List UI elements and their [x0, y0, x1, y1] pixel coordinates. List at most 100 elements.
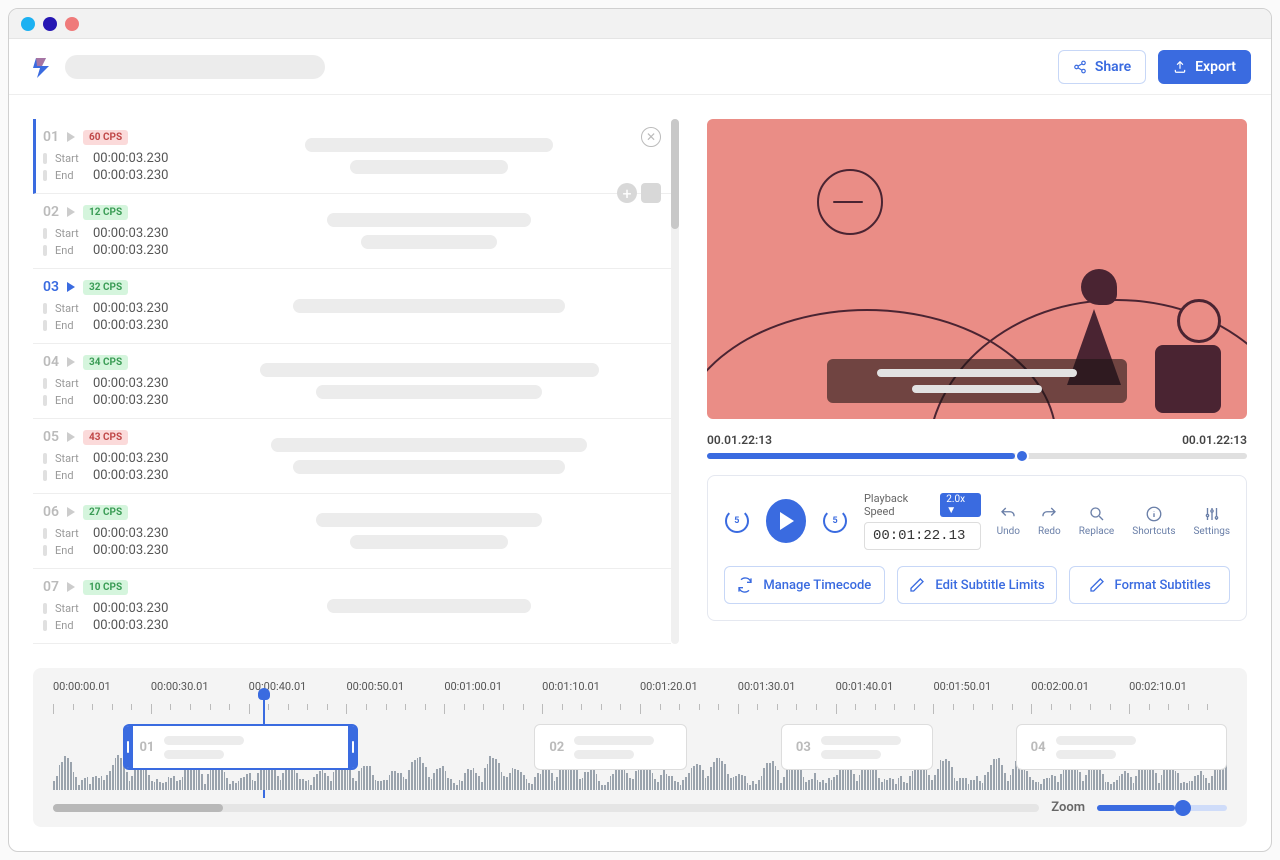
ruler-tick-label: 00:02:10.01: [1129, 680, 1187, 693]
cps-badge: 34 CPS: [83, 355, 128, 370]
format-subtitles-button[interactable]: Format Subtitles: [1069, 566, 1230, 604]
timeline-block[interactable]: 04: [1016, 724, 1227, 770]
subtitle-index: 02: [43, 204, 59, 220]
project-title-input[interactable]: [65, 55, 325, 79]
subtitle-text[interactable]: [203, 354, 655, 408]
start-time[interactable]: 00:00:03.230: [93, 301, 168, 316]
close-icon[interactable]: ✕: [641, 127, 661, 147]
timeline-ruler[interactable]: 00:00:00.0100:00:30.0100:00:40.0100:00:5…: [53, 680, 1227, 720]
zoom-slider[interactable]: [1097, 805, 1227, 811]
traffic-light[interactable]: [21, 17, 35, 31]
skip-back-button[interactable]: 5: [724, 507, 750, 535]
play-icon[interactable]: [67, 432, 75, 442]
ruler-tick-label: 00:00:30.01: [151, 680, 209, 693]
block-index: 03: [796, 740, 811, 755]
subtitle-item[interactable]: 03 32 CPS Start00:00:03.230 End00:00:03.…: [33, 269, 671, 344]
subtitle-item[interactable]: 05 43 CPS Start00:00:03.230 End00:00:03.…: [33, 419, 671, 494]
timeline-block[interactable]: 03: [781, 724, 934, 770]
replace-button[interactable]: Replace: [1079, 505, 1115, 537]
end-label: End: [55, 469, 85, 482]
subtitle-index: 07: [43, 579, 59, 595]
subtitle-text[interactable]: [203, 579, 655, 633]
play-icon[interactable]: [67, 357, 75, 367]
subtitle-index: 03: [43, 279, 59, 295]
timeline-block[interactable]: 01: [123, 724, 358, 770]
start-label: Start: [55, 152, 85, 165]
play-icon[interactable]: [67, 582, 75, 592]
timeline-block[interactable]: 02: [534, 724, 687, 770]
play-icon[interactable]: [67, 207, 75, 217]
resize-handle[interactable]: [123, 726, 133, 768]
subtitle-item[interactable]: 07 10 CPS Start00:00:03.230 End00:00:03.…: [33, 569, 671, 644]
end-label: End: [55, 619, 85, 632]
search-icon: [1088, 505, 1106, 523]
end-time[interactable]: 00:00:03.230: [93, 243, 168, 258]
info-icon: [1145, 505, 1163, 523]
subtitle-text[interactable]: [203, 129, 655, 183]
share-button[interactable]: Share: [1058, 50, 1146, 84]
subtitle-text[interactable]: [203, 504, 655, 558]
end-time[interactable]: 00:00:03.230: [93, 168, 168, 183]
ruler-tick-label: 00:01:00.01: [444, 680, 502, 693]
end-time[interactable]: 00:00:03.230: [93, 318, 168, 333]
video-current-time: 00.01.22:13: [707, 433, 772, 447]
timeline-h-scrollbar[interactable]: [53, 804, 1039, 812]
export-button[interactable]: Export: [1158, 50, 1251, 84]
start-time[interactable]: 00:00:03.230: [93, 376, 168, 391]
subtitle-item[interactable]: 01 60 CPS Start00:00:03.230 End00:00:03.…: [33, 119, 671, 194]
play-icon[interactable]: [67, 507, 75, 517]
play-icon[interactable]: [67, 282, 75, 292]
start-time[interactable]: 00:00:03.230: [93, 526, 168, 541]
preview-panel: 00.01.22:13 00.01.22:13 5 5 Playback Spe…: [707, 119, 1247, 644]
timeline-track[interactable]: 01 02 03 04: [53, 720, 1227, 790]
end-time[interactable]: 00:00:03.230: [93, 468, 168, 483]
start-label: Start: [55, 527, 85, 540]
redo-button[interactable]: Redo: [1038, 505, 1061, 537]
timecode-display[interactable]: 00:01:22.13: [864, 522, 981, 550]
merge-button[interactable]: [641, 183, 661, 203]
ruler-tick-label: 00:02:00.01: [1031, 680, 1089, 693]
subtitle-text[interactable]: [203, 279, 655, 333]
subtitle-text[interactable]: [203, 204, 655, 258]
start-label: Start: [55, 227, 85, 240]
ruler-tick-label: 00:01:50.01: [933, 680, 991, 693]
share-label: Share: [1095, 59, 1131, 75]
add-button[interactable]: +: [617, 183, 637, 203]
subtitle-list: 01 60 CPS Start00:00:03.230 End00:00:03.…: [33, 119, 671, 644]
cps-badge: 10 CPS: [83, 580, 128, 595]
traffic-light[interactable]: [65, 17, 79, 31]
skip-forward-button[interactable]: 5: [822, 507, 848, 535]
ruler-tick-label: 00:01:20.01: [640, 680, 698, 693]
start-time[interactable]: 00:00:03.230: [93, 451, 168, 466]
play-icon[interactable]: [67, 132, 75, 142]
subtitle-item[interactable]: 06 27 CPS Start00:00:03.230 End00:00:03.…: [33, 494, 671, 569]
export-label: Export: [1195, 59, 1236, 75]
edit-limits-button[interactable]: Edit Subtitle Limits: [897, 566, 1058, 604]
end-time[interactable]: 00:00:03.230: [93, 393, 168, 408]
subtitle-item[interactable]: 02 12 CPS Start00:00:03.230 End00:00:03.…: [33, 194, 671, 269]
video-preview[interactable]: [707, 119, 1247, 419]
shortcuts-button[interactable]: Shortcuts: [1132, 505, 1175, 537]
start-time[interactable]: 00:00:03.230: [93, 601, 168, 616]
undo-button[interactable]: Undo: [997, 505, 1020, 537]
traffic-light[interactable]: [43, 17, 57, 31]
manage-timecode-button[interactable]: Manage Timecode: [724, 566, 885, 604]
subtitle-item[interactable]: 04 34 CPS Start00:00:03.230 End00:00:03.…: [33, 344, 671, 419]
end-time[interactable]: 00:00:03.230: [93, 618, 168, 633]
export-icon: [1173, 60, 1187, 74]
resize-handle[interactable]: [348, 726, 358, 768]
undo-icon: [999, 505, 1017, 523]
start-time[interactable]: 00:00:03.230: [93, 151, 168, 166]
playback-speed-select[interactable]: 2.0x ▼: [940, 493, 980, 517]
end-label: End: [55, 544, 85, 557]
end-time[interactable]: 00:00:03.230: [93, 543, 168, 558]
subtitle-text[interactable]: [203, 429, 655, 483]
subtitle-index: 05: [43, 429, 59, 445]
block-index: 02: [549, 740, 564, 755]
start-time[interactable]: 00:00:03.230: [93, 226, 168, 241]
play-button[interactable]: [766, 499, 806, 543]
video-progress[interactable]: [707, 453, 1247, 459]
cps-badge: 32 CPS: [83, 280, 128, 295]
subtitle-scrollbar[interactable]: [671, 119, 679, 644]
settings-button[interactable]: Settings: [1193, 505, 1230, 537]
